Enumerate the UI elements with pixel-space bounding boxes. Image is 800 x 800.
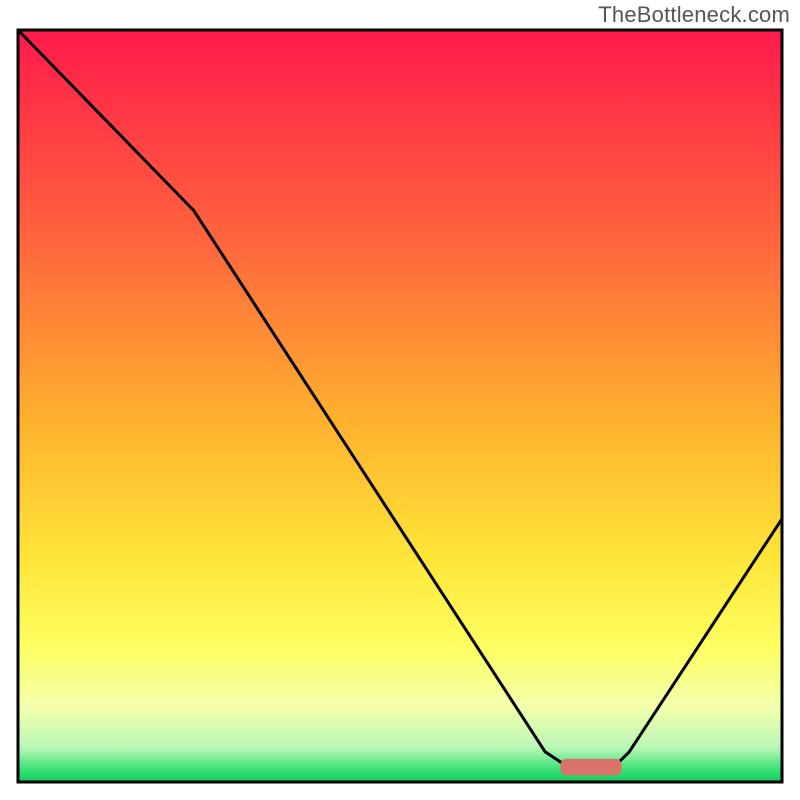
- highlight-marker: [560, 759, 621, 776]
- chart-container: { "watermark": "TheBottleneck.com", "cha…: [0, 0, 800, 800]
- bottleneck-chart: [0, 0, 800, 800]
- plot-background: [18, 30, 782, 782]
